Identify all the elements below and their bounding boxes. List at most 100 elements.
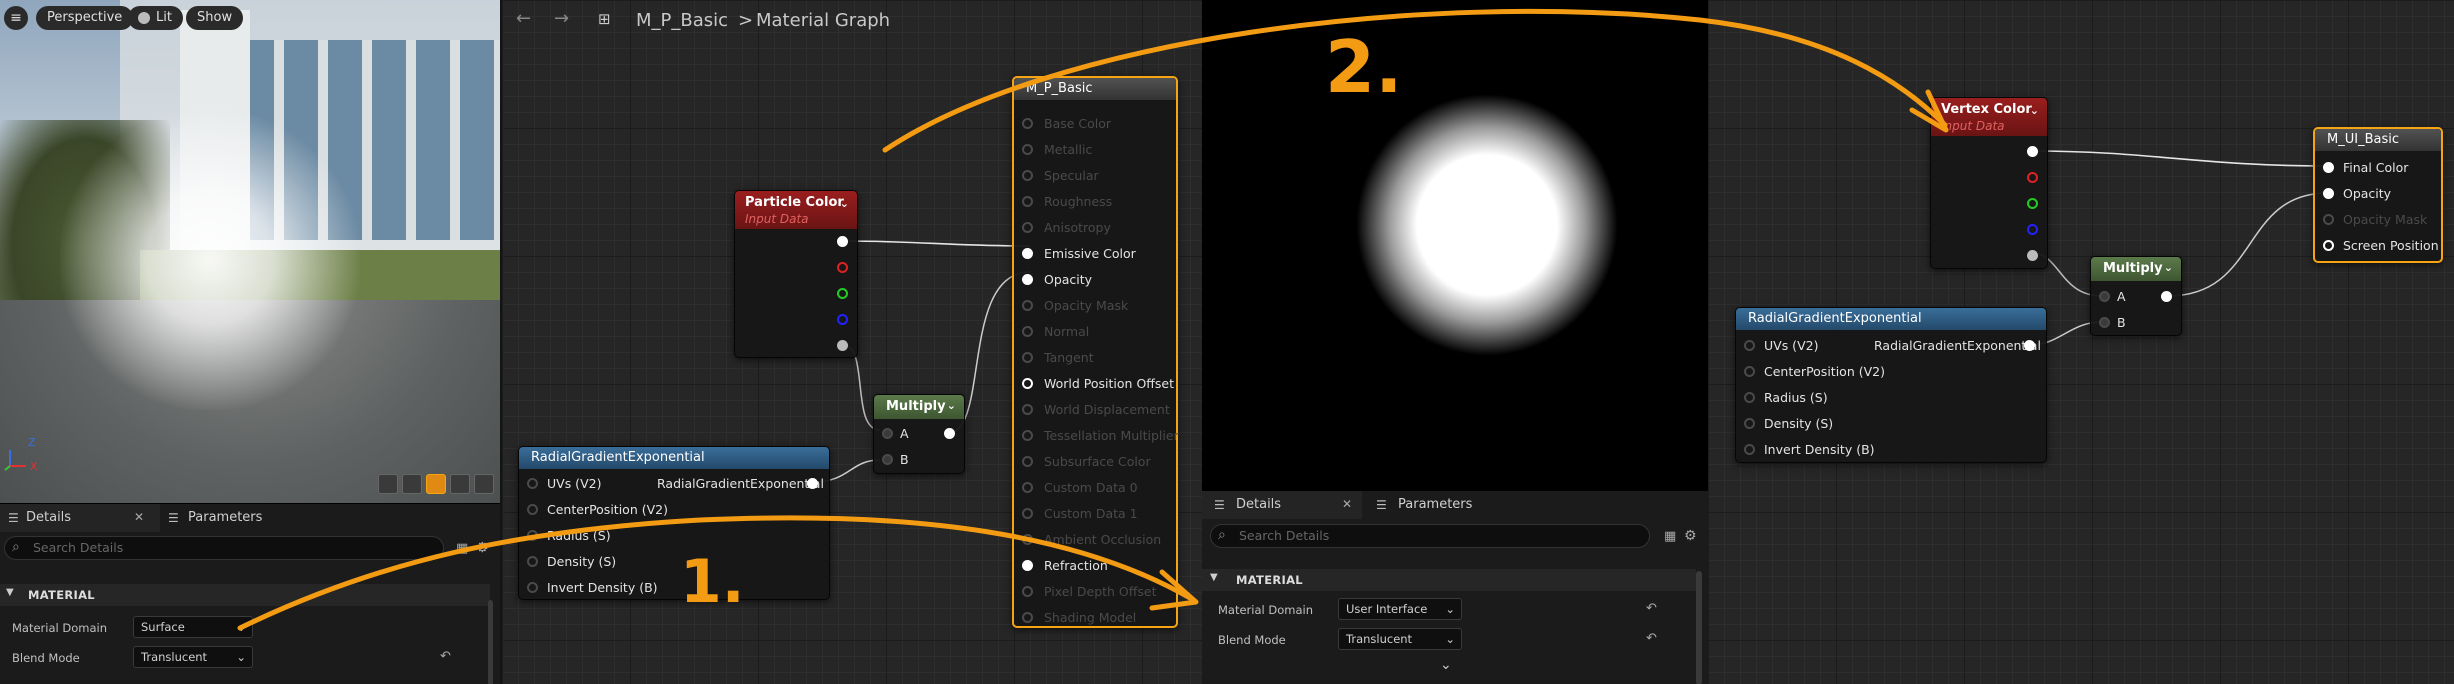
input-invert-pin[interactable] — [1744, 444, 1755, 455]
result-input-pin[interactable] — [1022, 612, 1033, 623]
result-input-pin[interactable] — [1022, 196, 1033, 207]
radial-gradient-node[interactable]: RadialGradientExponential RadialGradient… — [1735, 307, 2047, 463]
input-center-label: CenterPosition (V2) — [1764, 364, 1885, 379]
node-header: Multiply ⌄ — [874, 395, 964, 419]
node-subtitle: Input Data — [1941, 119, 2005, 133]
input-center-pin[interactable] — [527, 504, 538, 515]
output-r-pin[interactable] — [837, 262, 848, 273]
result-input-pin[interactable] — [1022, 560, 1033, 571]
result-input-label: Normal — [1044, 324, 1090, 339]
input-invert-label: Invert Density (B) — [1764, 442, 1875, 457]
opacity-label: Opacity — [2343, 186, 2392, 201]
chevron-down-icon[interactable]: ⌄ — [2030, 104, 2039, 117]
result-input-label: Custom Data 0 — [1044, 480, 1138, 495]
particle-color-node[interactable]: Particle Color Input Data ⌄ — [734, 190, 858, 358]
chevron-down-icon[interactable]: ⌄ — [2164, 261, 2173, 274]
radial-gradient-node[interactable]: RadialGradientExponential RadialGradient… — [518, 446, 830, 600]
output-a-pin[interactable] — [837, 340, 848, 351]
vertex-color-node[interactable]: Vertex Color Input Data ⌄ — [1930, 97, 2048, 269]
node-title: Multiply — [2103, 261, 2163, 276]
result-input-label: Anisotropy — [1044, 220, 1111, 235]
output-pin[interactable] — [2161, 291, 2172, 302]
input-a-pin[interactable] — [2099, 291, 2110, 302]
input-density-pin[interactable] — [527, 556, 538, 567]
result-input-pin[interactable] — [1022, 144, 1033, 155]
input-density-pin[interactable] — [1744, 418, 1755, 429]
result-input-pin[interactable] — [1022, 170, 1033, 181]
output-rgb-pin[interactable] — [2027, 146, 2038, 157]
result-input-pin[interactable] — [1022, 482, 1033, 493]
multiply-node[interactable]: Multiply ⌄ A B — [873, 394, 965, 474]
result-input-pin[interactable] — [1022, 508, 1033, 519]
result-input-pin[interactable] — [1022, 248, 1033, 259]
output-label: RadialGradientExponential — [657, 476, 824, 491]
result-input-pin[interactable] — [1022, 534, 1033, 545]
result-input-pin[interactable] — [1022, 586, 1033, 597]
node-title: Vertex Color — [1941, 102, 2032, 117]
input-a-pin[interactable] — [882, 428, 893, 439]
node-header: RadialGradientExponential — [1736, 308, 2046, 330]
result-input-pin[interactable] — [1022, 456, 1033, 467]
output-g-pin[interactable] — [837, 288, 848, 299]
opacity-mask-label: Opacity Mask — [2343, 212, 2428, 227]
input-radius-label: Radius (S) — [1764, 390, 1828, 405]
input-b-label: B — [900, 452, 909, 467]
screen-position-pin[interactable] — [2323, 240, 2334, 251]
input-uvs-label: UVs (V2) — [1764, 338, 1819, 353]
result-input-pin[interactable] — [1022, 326, 1033, 337]
result-input-label: Ambient Occlusion — [1044, 532, 1162, 547]
input-uvs-pin[interactable] — [527, 478, 538, 489]
input-center-label: CenterPosition (V2) — [547, 502, 668, 517]
output-a-pin[interactable] — [2027, 250, 2038, 261]
result-input-pin[interactable] — [1022, 378, 1033, 389]
opacity-mask-pin[interactable] — [2323, 214, 2334, 225]
output-pin[interactable] — [807, 478, 818, 489]
final-color-pin[interactable] — [2323, 162, 2334, 173]
result-input-label: Shading Model — [1044, 610, 1137, 625]
opacity-pin[interactable] — [2323, 188, 2334, 199]
input-b-pin[interactable] — [2099, 317, 2110, 328]
result-input-label: Opacity — [1044, 272, 1093, 287]
node-header: M_P_Basic — [1014, 78, 1176, 100]
output-pin[interactable] — [944, 428, 955, 439]
input-uvs-label: UVs (V2) — [547, 476, 602, 491]
result-input-label: World Position Offset — [1044, 376, 1174, 391]
input-radius-pin[interactable] — [1744, 392, 1755, 403]
node-header: Multiply ⌄ — [2091, 257, 2181, 281]
input-b-label: B — [2117, 315, 2126, 330]
node-subtitle: Input Data — [745, 212, 809, 226]
output-r-pin[interactable] — [2027, 172, 2038, 183]
result-input-pin[interactable] — [1022, 352, 1033, 363]
output-b-pin[interactable] — [837, 314, 848, 325]
m-p-basic-result-node[interactable]: M_P_Basic Base Color Metallic Specular Roug… — [1012, 76, 1179, 628]
input-radius-pin[interactable] — [527, 530, 538, 541]
result-input-pin[interactable] — [1022, 118, 1033, 129]
input-uvs-pin[interactable] — [1744, 340, 1755, 351]
chevron-down-icon[interactable]: ⌄ — [840, 197, 849, 210]
result-input-pin[interactable] — [1022, 404, 1033, 415]
screen-position-label: Screen Position — [2343, 238, 2439, 253]
result-input-label: Subsurface Color — [1044, 454, 1151, 469]
result-input-pin[interactable] — [1022, 274, 1033, 285]
node-title: Particle Color — [745, 195, 844, 210]
output-rgb-pin[interactable] — [837, 236, 848, 247]
input-b-pin[interactable] — [882, 454, 893, 465]
output-g-pin[interactable] — [2027, 198, 2038, 209]
input-a-label: A — [900, 426, 909, 441]
output-label: RadialGradientExponential — [1874, 338, 2041, 353]
m-ui-basic-result-node[interactable]: M_UI_Basic Final Color Opacity Opacity M… — [2313, 127, 2443, 263]
output-b-pin[interactable] — [2027, 224, 2038, 235]
result-input-pin[interactable] — [1022, 430, 1033, 441]
chevron-down-icon[interactable]: ⌄ — [947, 399, 956, 412]
result-input-label: World Displacement — [1044, 402, 1170, 417]
input-invert-pin[interactable] — [527, 582, 538, 593]
input-invert-label: Invert Density (B) — [547, 580, 658, 595]
result-input-label: Emissive Color — [1044, 246, 1136, 261]
output-pin[interactable] — [2024, 340, 2035, 351]
input-center-pin[interactable] — [1744, 366, 1755, 377]
multiply-node[interactable]: Multiply ⌄ A B — [2090, 256, 2182, 336]
result-input-pin[interactable] — [1022, 300, 1033, 311]
result-input-label: Pixel Depth Offset — [1044, 584, 1157, 599]
result-input-pin[interactable] — [1022, 222, 1033, 233]
node-header: M_UI_Basic — [2315, 129, 2441, 151]
